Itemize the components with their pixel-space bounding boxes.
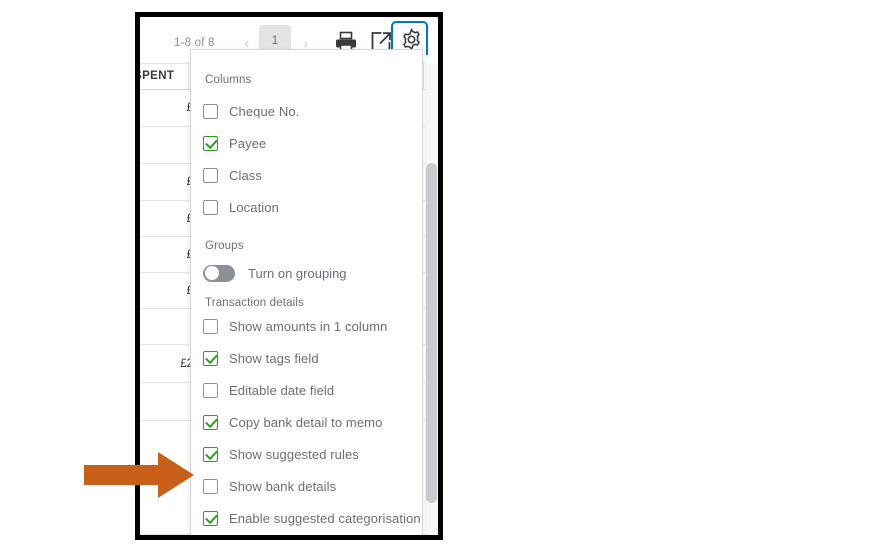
checkbox-show-amounts-in-1-column[interactable]: [203, 318, 218, 334]
settings-option-label: Enable suggested categorisation: [229, 510, 421, 526]
settings-option-editable-date-field[interactable]: Editable date field: [203, 379, 334, 401]
settings-option-location[interactable]: Location: [203, 196, 279, 218]
annotation-arrow-icon: [84, 452, 194, 498]
settings-option-show-tags-field[interactable]: Show tags field: [203, 347, 319, 369]
checkbox-enable-suggested-categorisation[interactable]: [203, 510, 218, 526]
settings-option-label: Cheque No.: [229, 103, 300, 119]
pagination-range-label: 1-8 of 8: [174, 37, 215, 49]
settings-option-label: Show suggested rules: [229, 446, 359, 462]
screenshot-root: 1-8 of 8 ‹ 1 › SPENT £2 Columns Cheque N…: [0, 0, 883, 551]
settings-option-show-bank-details[interactable]: Show bank details: [203, 475, 336, 497]
vertical-scrollbar-thumb[interactable]: [426, 163, 437, 503]
settings-option-label: Show amounts in 1 column: [229, 318, 388, 334]
checkbox-class[interactable]: [203, 167, 218, 183]
settings-dropdown-panel: Columns Cheque No. Payee Class Location Group…: [190, 49, 423, 535]
checkbox-show-tags-field[interactable]: [203, 350, 218, 366]
settings-option-show-amounts-in-1-column[interactable]: Show amounts in 1 column: [203, 315, 387, 337]
checkbox-cheque-no[interactable]: [203, 103, 218, 119]
settings-option-label: Editable date field: [229, 382, 335, 398]
settings-option-label: Copy bank detail to memo: [229, 414, 383, 430]
settings-option-payee[interactable]: Payee: [203, 132, 266, 154]
checkbox-location[interactable]: [203, 199, 218, 215]
settings-option-label: Payee: [229, 135, 267, 151]
settings-option-label: Location: [229, 199, 279, 215]
settings-option-label: Class: [229, 167, 263, 183]
toggle-switch-turn-on-grouping[interactable]: [203, 264, 235, 282]
checkbox-payee[interactable]: [203, 135, 218, 151]
settings-option-label: Turn on grouping: [248, 265, 347, 281]
vertical-scrollbar-track[interactable]: [425, 63, 438, 535]
settings-section-title-transaction-details: Transaction details: [205, 297, 304, 309]
checkbox-copy-bank-detail-to-memo[interactable]: [203, 414, 218, 430]
settings-option-cheque-no[interactable]: Cheque No.: [203, 100, 299, 122]
settings-option-label: Show tags field: [229, 350, 319, 366]
settings-option-show-suggested-rules[interactable]: Show suggested rules: [203, 443, 359, 465]
settings-option-class[interactable]: Class: [203, 164, 262, 186]
checkbox-show-suggested-rules[interactable]: [203, 446, 218, 462]
settings-option-turn-on-grouping[interactable]: Turn on grouping: [203, 262, 347, 284]
settings-option-enable-suggested-categorisation[interactable]: Enable suggested categorisation: [203, 507, 421, 529]
settings-section-title-groups: Groups: [205, 240, 244, 252]
checkbox-editable-date-field[interactable]: [203, 382, 218, 398]
checkbox-show-bank-details[interactable]: [203, 478, 218, 494]
settings-section-title-columns: Columns: [205, 74, 252, 86]
column-header-spent: SPENT: [135, 70, 175, 82]
settings-option-copy-bank-detail-to-memo[interactable]: Copy bank detail to memo: [203, 411, 382, 433]
settings-option-label: Show bank details: [229, 478, 337, 494]
